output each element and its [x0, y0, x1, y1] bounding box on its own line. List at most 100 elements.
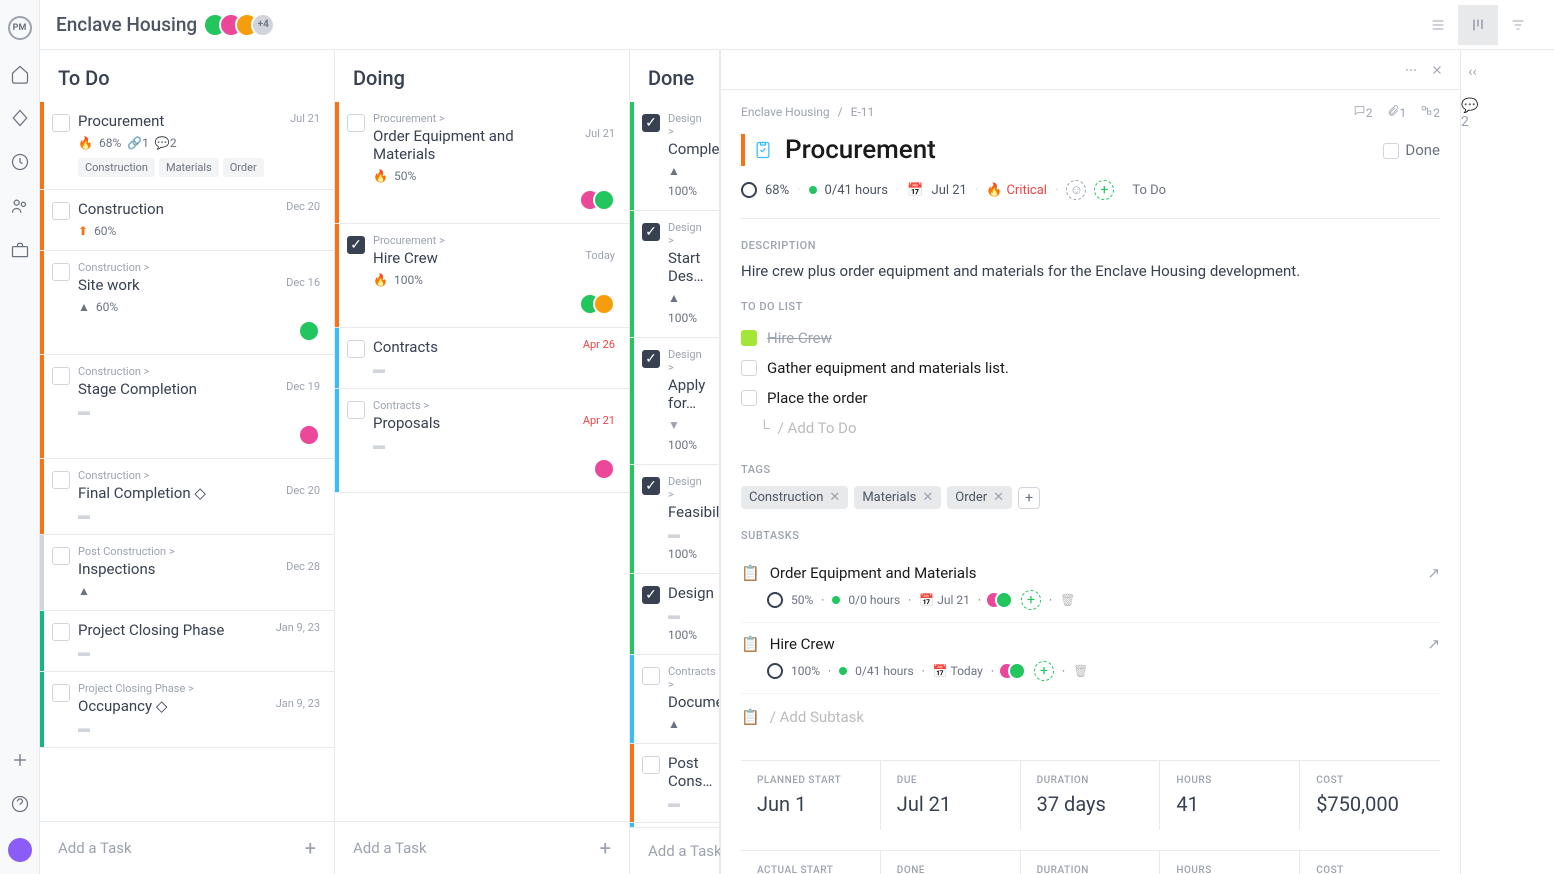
task-card[interactable]: Construction >Final Completion ◇Dec 20▬ [40, 458, 334, 535]
tag-remove-icon[interactable]: ✕ [829, 490, 840, 505]
priority-badge[interactable]: 🔥 Critical [986, 183, 1047, 198]
card-checkbox[interactable] [52, 547, 70, 565]
clock-icon[interactable] [10, 152, 30, 172]
card-checkbox[interactable]: ✓ [347, 236, 365, 254]
status-label[interactable]: To Do [1132, 183, 1166, 198]
app-logo[interactable]: PM [8, 16, 32, 40]
task-card[interactable]: Construction >Site workDec 16▲60% [40, 250, 334, 355]
stat-cell: DURATION [1021, 851, 1161, 874]
filter-view-icon[interactable] [1498, 5, 1538, 45]
subtask-item[interactable]: 📋Hire Crew↗100%·0/41 hours·📅 Today·+·🗑 [741, 623, 1440, 694]
plus-icon[interactable] [10, 750, 30, 770]
task-card[interactable]: Post Cons…▬ [630, 743, 719, 823]
board-view-icon[interactable] [1458, 5, 1498, 45]
link-count[interactable]: 2 [1420, 104, 1440, 120]
done-toggle[interactable]: Done [1383, 141, 1440, 159]
add-assignee-button[interactable]: + [1094, 180, 1114, 200]
add-task-button[interactable]: Add a Task+ [40, 821, 334, 874]
card-tag[interactable]: Construction [78, 158, 155, 177]
card-checkbox[interactable]: ✓ [642, 477, 660, 495]
tag-pill[interactable]: Order ✕ [947, 486, 1012, 509]
tag-remove-icon[interactable]: ✕ [922, 490, 933, 505]
card-checkbox[interactable] [52, 202, 70, 220]
task-card[interactable]: ✓Design▬100% [630, 573, 719, 655]
people-icon[interactable] [10, 196, 30, 216]
collapse-icon[interactable]: ‹‹ [1468, 64, 1476, 80]
todo-checkbox[interactable] [741, 330, 757, 346]
add-assignee-button[interactable]: + [1034, 661, 1054, 681]
tag-pill[interactable]: Construction ✕ [741, 486, 848, 509]
todo-item[interactable]: Hire Crew [741, 323, 1440, 353]
todo-item[interactable]: Place the order [741, 383, 1440, 413]
card-checkbox[interactable]: ✓ [642, 114, 660, 132]
card-checkbox[interactable]: ✓ [642, 223, 660, 241]
card-checkbox[interactable] [347, 340, 365, 358]
add-todo-button[interactable]: └ / Add To Do [741, 413, 1440, 443]
member-avatars[interactable]: +4 [211, 13, 275, 37]
user-avatar[interactable] [8, 838, 32, 862]
task-card[interactable]: Contracts >ProposalsApr 21▬ [335, 388, 629, 493]
card-tag[interactable]: Materials [159, 158, 219, 177]
list-view-icon[interactable] [1418, 5, 1458, 45]
tag-remove-icon[interactable]: ✕ [993, 490, 1004, 505]
task-card[interactable]: Contracts >Documen…▲ [630, 654, 719, 744]
task-card[interactable]: Procurement >Order Equipment and Materia… [335, 102, 629, 224]
add-subtask-button[interactable]: 📋/ Add Subtask [741, 694, 1440, 740]
open-subtask-icon[interactable]: ↗ [1427, 564, 1440, 582]
card-checkbox[interactable] [347, 401, 365, 419]
card-checkbox[interactable] [52, 684, 70, 702]
tag-pill[interactable]: Materials ✕ [854, 486, 941, 509]
comment-count[interactable]: 2 [1353, 104, 1373, 120]
assignee-placeholder-icon[interactable]: ☺ [1066, 180, 1086, 200]
card-checkbox[interactable] [52, 471, 70, 489]
card-tag[interactable]: Order [223, 158, 264, 177]
more-icon[interactable] [1404, 63, 1418, 77]
card-checkbox[interactable] [52, 114, 70, 132]
todo-checkbox[interactable] [741, 390, 757, 406]
task-card[interactable]: Post Construction >InspectionsDec 28▲ [40, 534, 334, 611]
task-card[interactable]: Project Closing Phase >Occupancy ◇Jan 9,… [40, 671, 334, 748]
card-date: Today [585, 249, 615, 262]
task-card[interactable]: ContractsApr 26▬ [335, 327, 629, 389]
subtask-item[interactable]: 📋Order Equipment and Materials↗50%·0/0 h… [741, 552, 1440, 623]
todo-item[interactable]: Gather equipment and materials list. [741, 353, 1440, 383]
help-icon[interactable] [10, 794, 30, 814]
task-card[interactable]: ConstructionDec 20⬆60% [40, 189, 334, 251]
add-task-button[interactable]: Add a Task+ [335, 821, 629, 874]
task-card[interactable]: Construction >Stage CompletionDec 19▬ [40, 354, 334, 459]
card-checkbox[interactable] [642, 667, 660, 685]
briefcase-icon[interactable] [10, 240, 30, 260]
card-date: Jan 9, 23 [276, 697, 320, 710]
card-parent: Contracts > [668, 665, 705, 691]
add-tag-button[interactable]: + [1018, 487, 1040, 509]
delete-icon[interactable]: 🗑 [1073, 664, 1088, 678]
add-task-button[interactable]: Add a Task [630, 827, 719, 874]
delete-icon[interactable]: 🗑 [1060, 593, 1075, 607]
card-checkbox[interactable] [642, 756, 660, 774]
close-icon[interactable] [1430, 63, 1444, 77]
task-card[interactable]: ✓Design >Complete…▲100% [630, 102, 719, 211]
task-card[interactable]: ProcurementJul 21🔥68%🔗1💬2ConstructionMat… [40, 102, 334, 190]
task-card[interactable]: Contracts >Award Da…⬇ [630, 822, 719, 827]
diamond-icon[interactable] [10, 108, 30, 128]
card-checkbox[interactable]: ✓ [642, 586, 660, 604]
task-card[interactable]: ✓Design >Start Des…▲100% [630, 210, 719, 338]
task-card[interactable]: ✓Design >Apply for…▼100% [630, 337, 719, 465]
card-checkbox[interactable] [52, 623, 70, 641]
todo-checkbox[interactable] [741, 360, 757, 376]
task-card[interactable]: ✓Procurement >Hire CrewToday🔥100% [335, 223, 629, 328]
column-doing: Doing Procurement >Order Equipment and M… [335, 50, 630, 874]
card-meta: ▬100% [668, 608, 705, 642]
comment-count-side[interactable]: 💬2 [1461, 98, 1484, 130]
attachment-count[interactable]: 1 [1387, 104, 1407, 120]
card-checkbox[interactable] [52, 263, 70, 281]
card-checkbox[interactable] [52, 367, 70, 385]
home-icon[interactable] [10, 64, 30, 84]
open-subtask-icon[interactable]: ↗ [1427, 635, 1440, 653]
card-checkbox[interactable]: ✓ [642, 350, 660, 368]
card-checkbox[interactable] [347, 114, 365, 132]
task-card[interactable]: ✓Design >Feasibility…▬100% [630, 464, 719, 574]
add-assignee-button[interactable]: + [1021, 590, 1041, 610]
task-card[interactable]: Project Closing PhaseJan 9, 23▬ [40, 610, 334, 672]
task-description[interactable]: Hire crew plus order equipment and mater… [741, 262, 1440, 280]
